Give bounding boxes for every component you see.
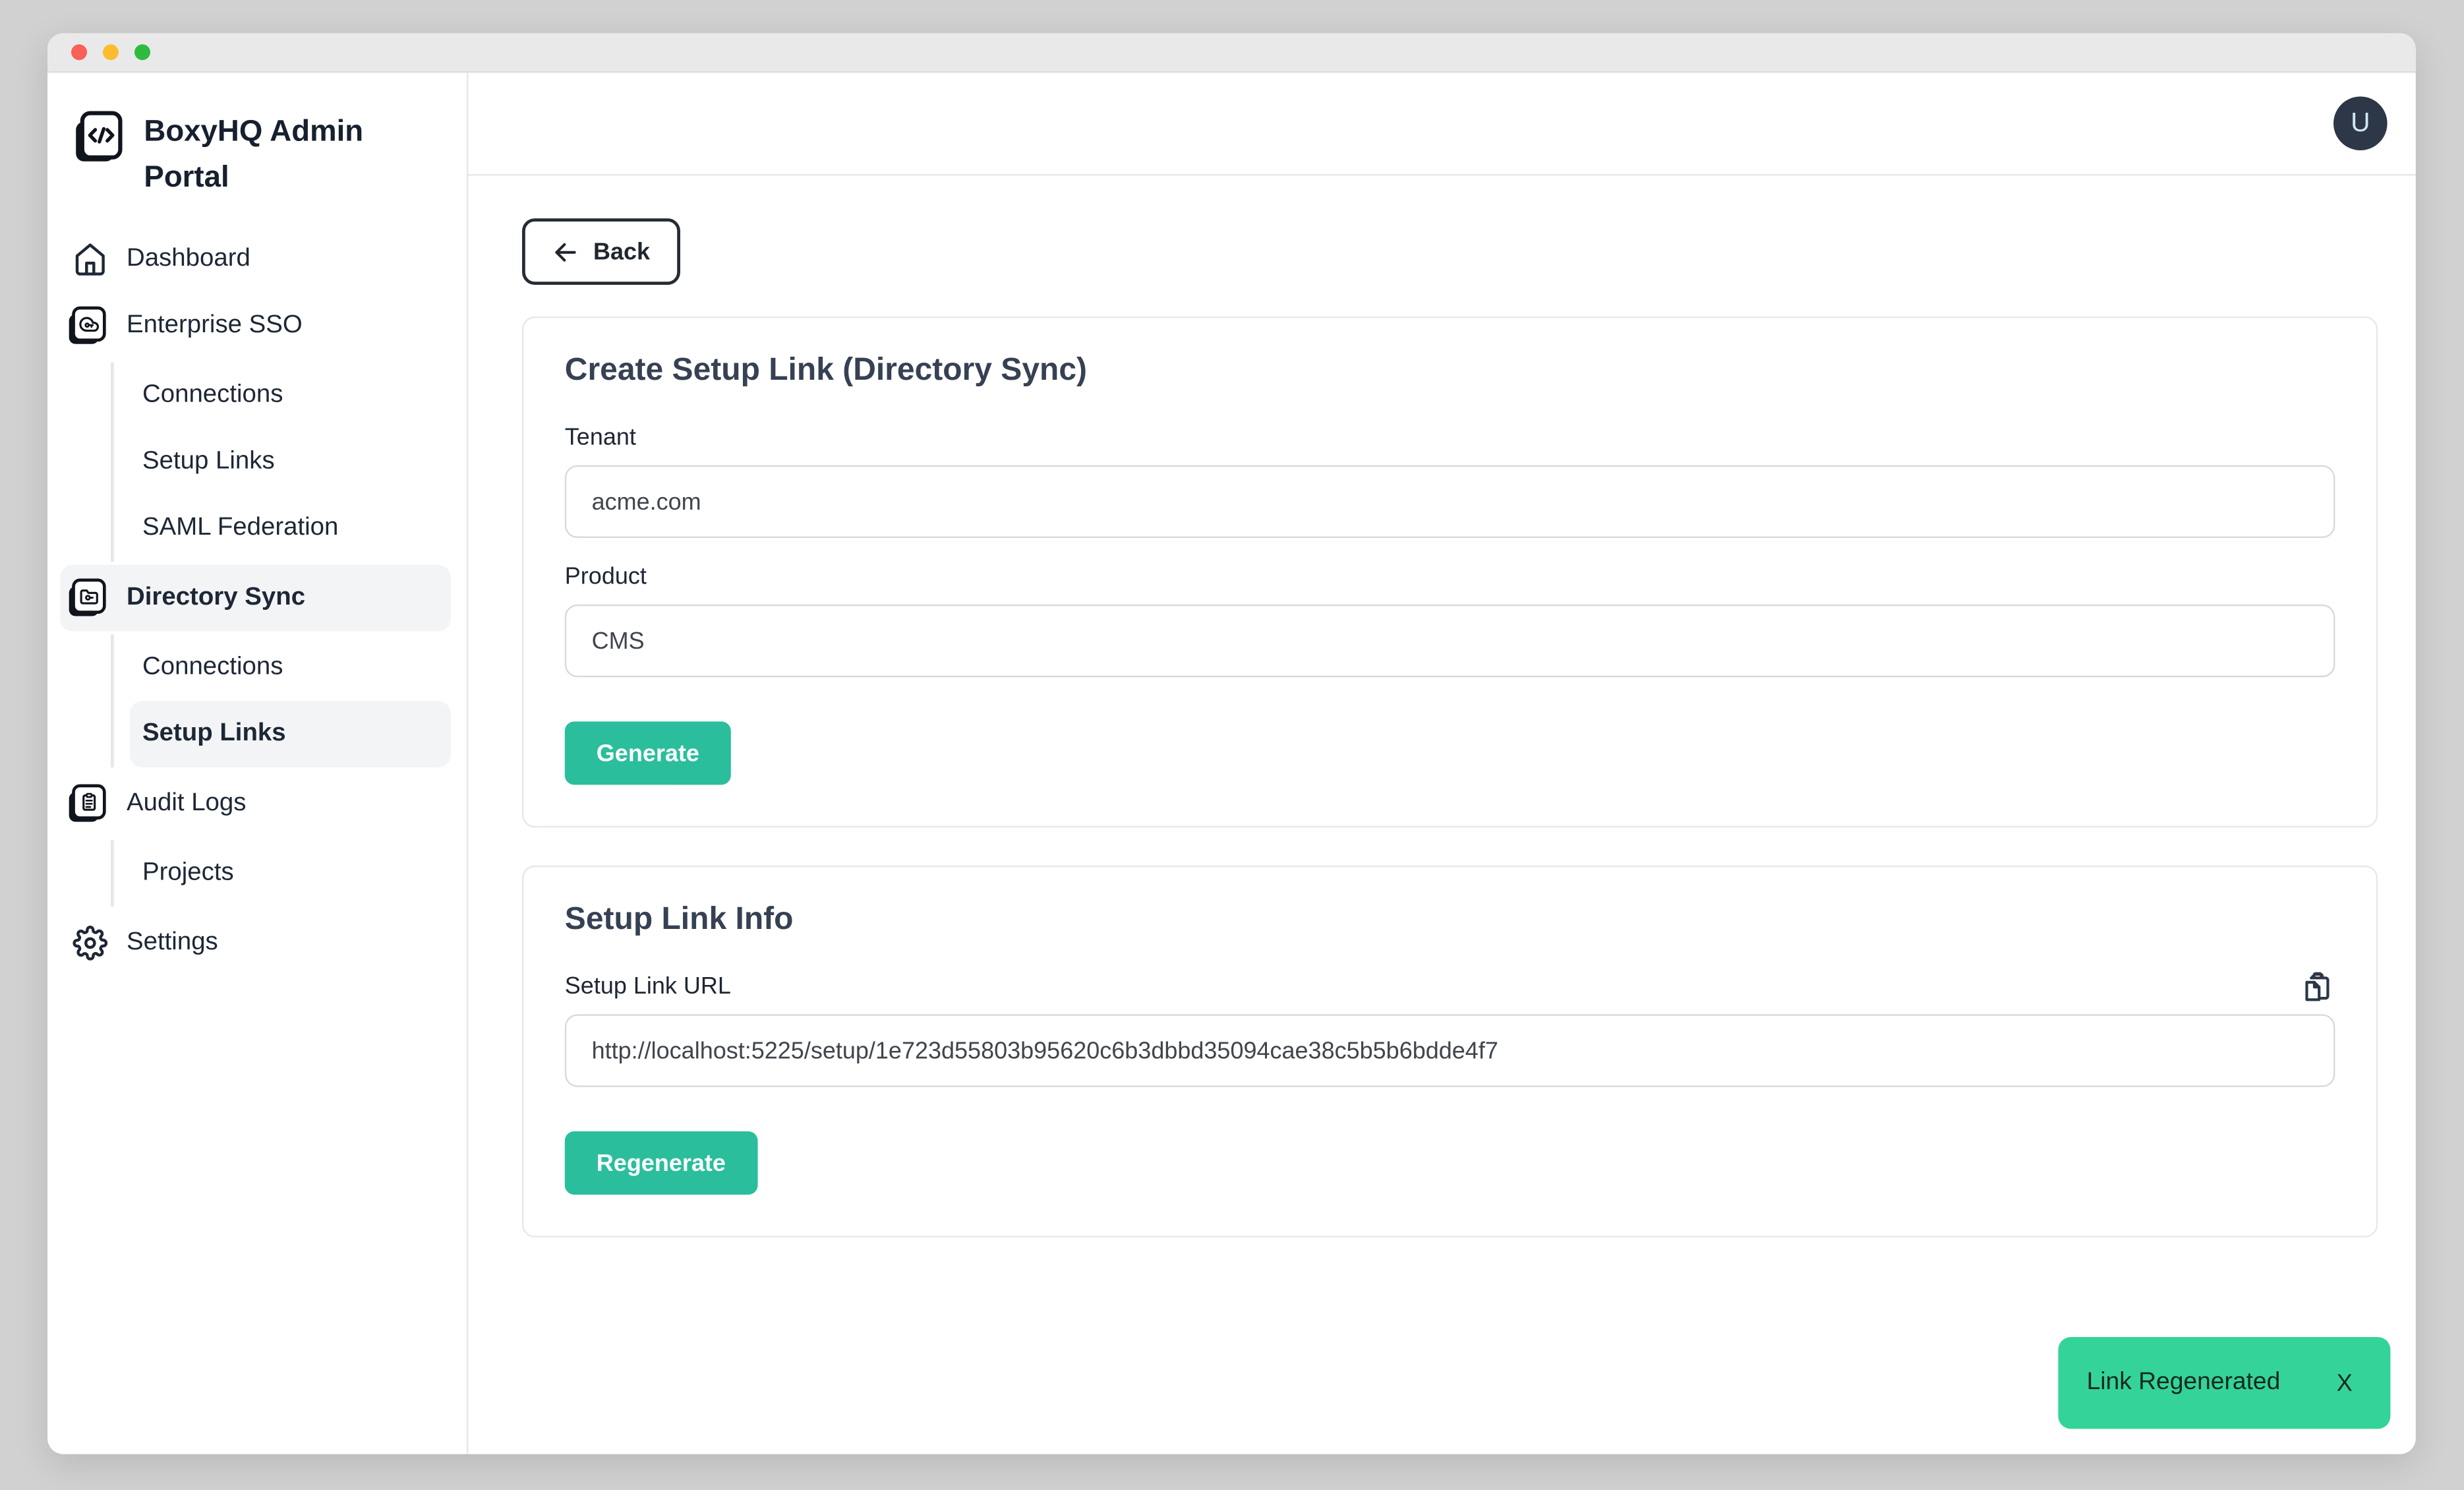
setup-link-url-row: Setup Link URL: [565, 938, 2335, 1014]
sidebar-item-label: Directory Sync: [127, 584, 305, 612]
tenant-label: Tenant: [565, 424, 2335, 451]
brand: BoxyHQ Admin Portal: [47, 111, 467, 201]
sidebar-item-audit-logs[interactable]: Audit Logs: [60, 771, 451, 837]
window-titlebar: [47, 33, 2416, 73]
sidebar-item-label: Settings: [127, 929, 218, 957]
regenerate-button[interactable]: Regenerate: [565, 1131, 757, 1195]
minimize-window-button[interactable]: [103, 44, 119, 60]
sidebar-subitem-sso-connections[interactable]: Connections: [130, 363, 451, 429]
audit-logs-subnav: Projects: [111, 840, 467, 907]
main-area: U Back Create Setup Link (Directory Sync…: [468, 73, 2415, 1454]
app-window: BoxyHQ Admin Portal Dashboard: [47, 33, 2416, 1454]
sidebar-subitem-saml-federation[interactable]: SAML Federation: [130, 495, 451, 562]
tenant-input[interactable]: [565, 465, 2335, 538]
gear-icon: [73, 926, 107, 961]
product-input[interactable]: [565, 605, 2335, 677]
sidebar-subitem-dsync-connections[interactable]: Connections: [130, 634, 451, 701]
setup-link-url-input[interactable]: [565, 1014, 2335, 1087]
main-header: U: [468, 73, 2415, 175]
back-button[interactable]: Back: [522, 218, 680, 285]
user-avatar-button[interactable]: U: [2333, 96, 2388, 150]
toast-message: Link Regenerated: [2087, 1369, 2281, 1397]
create-setup-link-card: Create Setup Link (Directory Sync) Tenan…: [522, 316, 2378, 827]
setup-link-url-label: Setup Link URL: [565, 973, 731, 1000]
sidebar: BoxyHQ Admin Portal Dashboard: [47, 73, 468, 1454]
copy-to-clipboard-button[interactable]: [2301, 970, 2335, 1005]
audit-logs-keycap-icon: [73, 780, 107, 827]
sidebar-subitem-projects[interactable]: Projects: [130, 840, 451, 907]
sidebar-item-settings[interactable]: Settings: [60, 910, 451, 976]
enterprise-sso-subnav: Connections Setup Links SAML Federation: [111, 363, 467, 562]
create-card-title: Create Setup Link (Directory Sync): [565, 353, 2335, 389]
generate-button[interactable]: Generate: [565, 721, 731, 785]
home-icon: [73, 242, 107, 277]
toast-close-button[interactable]: X: [2337, 1369, 2353, 1396]
sidebar-item-directory-sync[interactable]: Directory Sync: [60, 565, 451, 632]
brand-title: BoxyHQ Admin Portal: [144, 111, 381, 201]
back-button-label: Back: [593, 238, 650, 265]
sidebar-item-label: Audit Logs: [127, 790, 246, 818]
arrow-left-icon: [552, 238, 579, 265]
setup-link-info-card: Setup Link Info Setup Link URL: [522, 866, 2378, 1237]
toast-notification: Link Regenerated X: [2058, 1337, 2390, 1429]
window-content: BoxyHQ Admin Portal Dashboard: [47, 73, 2416, 1454]
boxyhq-logo-icon: [73, 111, 123, 173]
sidebar-item-label: Enterprise SSO: [127, 312, 303, 340]
close-window-button[interactable]: [71, 44, 87, 60]
sidebar-item-label: Dashboard: [127, 245, 250, 274]
sidebar-nav: Dashboard: [47, 226, 467, 976]
sidebar-subitem-sso-setup-links[interactable]: Setup Links: [130, 429, 451, 495]
sso-keycap-icon: [73, 302, 107, 349]
product-label: Product: [565, 563, 2335, 590]
info-card-title: Setup Link Info: [565, 902, 2335, 938]
desktop-background: BoxyHQ Admin Portal Dashboard: [0, 0, 2464, 1490]
zoom-window-button[interactable]: [134, 44, 150, 60]
copy-clipboard-icon: [2301, 986, 2335, 1009]
sidebar-item-enterprise-sso[interactable]: Enterprise SSO: [60, 293, 451, 359]
sidebar-item-dashboard[interactable]: Dashboard: [60, 226, 451, 293]
sidebar-subitem-dsync-setup-links[interactable]: Setup Links: [130, 701, 451, 767]
page-content: Back Create Setup Link (Directory Sync) …: [468, 175, 2415, 1237]
directory-sync-keycap-icon: [73, 574, 107, 622]
directory-sync-subnav: Connections Setup Links: [111, 634, 467, 767]
